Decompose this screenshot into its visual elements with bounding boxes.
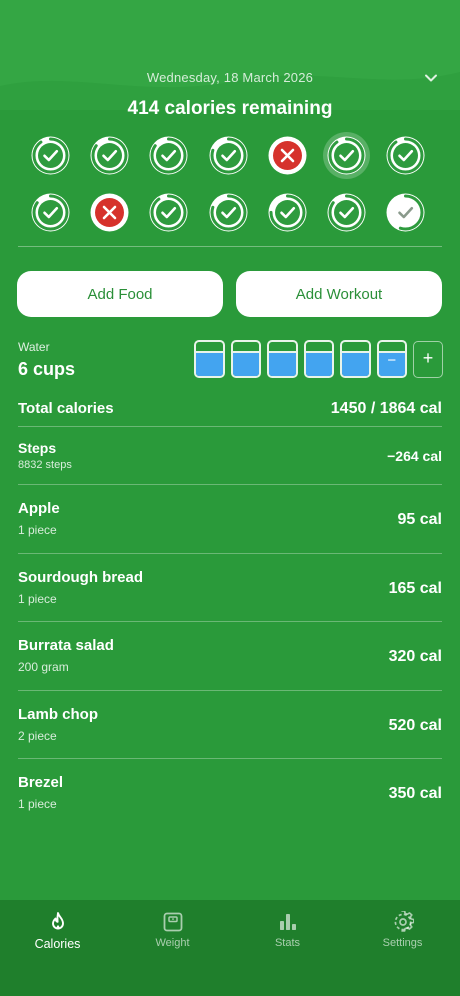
steps-row[interactable]: Steps 8832 steps −264 cal [18,426,442,484]
day-status-circle[interactable] [31,193,70,232]
water-cup[interactable] [194,340,225,378]
food-calories: 320 cal [388,648,442,665]
food-name: Lamb chop [18,705,99,723]
food-calories: 95 cal [397,511,442,528]
day-status-circle[interactable] [90,193,129,232]
entries-list: Steps 8832 steps −264 cal Apple 1 piece … [18,426,442,827]
scale-icon [163,912,182,932]
main-content: Wednesday, 18 March 2026 414 calories re… [0,0,460,900]
food-row[interactable]: Brezel 1 piece 350 cal [18,758,442,827]
tab-calories[interactable]: Calories [0,900,115,996]
day-status-circle[interactable] [31,136,70,175]
food-amount: 1 piece [18,797,57,811]
food-name: Burrata salad [18,637,114,654]
date-label[interactable]: Wednesday, 18 March 2026 [0,70,460,85]
water-cup[interactable] [303,340,334,378]
steps-calories: −264 cal [387,448,442,464]
water-cup[interactable]: − [376,340,407,378]
food-amount: 2 piece [18,728,57,743]
day-status-circle[interactable] [327,193,366,232]
food-name: Apple [18,500,60,517]
food-name: Sourdough bread [18,568,143,586]
steps-detail: 8832 steps [18,459,72,471]
add-workout-button[interactable]: Add Workout [236,271,442,317]
water-fill [305,350,332,376]
day-status-circle[interactable] [322,132,370,179]
day-status-circle[interactable] [268,193,307,232]
water-fill [342,350,369,376]
steps-name: Steps [18,440,57,456]
water-label: Water [18,340,50,354]
total-calories-value: 1450 / 1864 cal [330,400,442,417]
day-history-grid [31,132,431,232]
food-name: Brezel [18,774,64,791]
water-fill [196,350,223,376]
food-row[interactable]: Lamb chop 2 piece 520 cal [18,689,442,759]
food-calories: 350 cal [388,785,442,802]
divider [18,246,442,247]
water-cup[interactable] [267,340,298,378]
tab-stats[interactable]: Stats [230,900,345,996]
calories-remaining: 414 calories remaining [127,98,333,119]
food-row[interactable]: Sourdough bread 1 piece 165 cal [18,552,442,622]
day-status-circle[interactable] [386,136,425,175]
food-amount: 1 piece [18,591,57,606]
remove-cup-button[interactable]: − [379,352,406,369]
tab-settings[interactable]: Settings [345,900,460,996]
tab-label: Weight [155,937,190,949]
water-cups: − [194,340,407,378]
add-cup-button[interactable]: + [413,341,443,378]
gear-icon [394,911,414,932]
water-fill [269,350,296,376]
day-status-circle[interactable] [268,136,307,175]
day-status-circle[interactable] [386,193,425,232]
food-row[interactable]: Burrata salad 200 gram 320 cal [18,621,442,690]
day-status-circle[interactable] [209,193,248,232]
total-calories-label: Total calories [18,400,114,417]
water-cup[interactable] [230,340,261,378]
add-food-button[interactable]: Add Food [17,271,223,317]
tab-label: Settings [382,937,423,949]
chevron-down-icon[interactable] [424,71,438,85]
tab-label: Calories [34,937,81,951]
water-value: 6 cups [18,359,76,379]
food-calories: 520 cal [388,716,442,734]
total-calories-row: Total calories 1450 / 1864 cal [18,400,442,426]
tab-weight[interactable]: Weight [115,900,230,996]
flame-icon [51,912,64,930]
water-fill [232,350,259,376]
day-status-circle[interactable] [209,136,248,175]
water-cup[interactable] [340,340,371,378]
tab-label: Stats [274,937,301,949]
day-status-circle[interactable] [149,136,188,175]
day-status-circle[interactable] [90,136,129,175]
food-row[interactable]: Apple 1 piece 95 cal [18,484,442,553]
food-amount: 1 piece [18,523,57,537]
day-status-circle[interactable] [149,193,188,232]
tab-bar: Calories Weight Stats Settings [0,900,460,996]
food-calories: 165 cal [388,579,442,597]
food-amount: 200 gram [18,660,69,674]
bar-chart-icon [279,914,296,930]
